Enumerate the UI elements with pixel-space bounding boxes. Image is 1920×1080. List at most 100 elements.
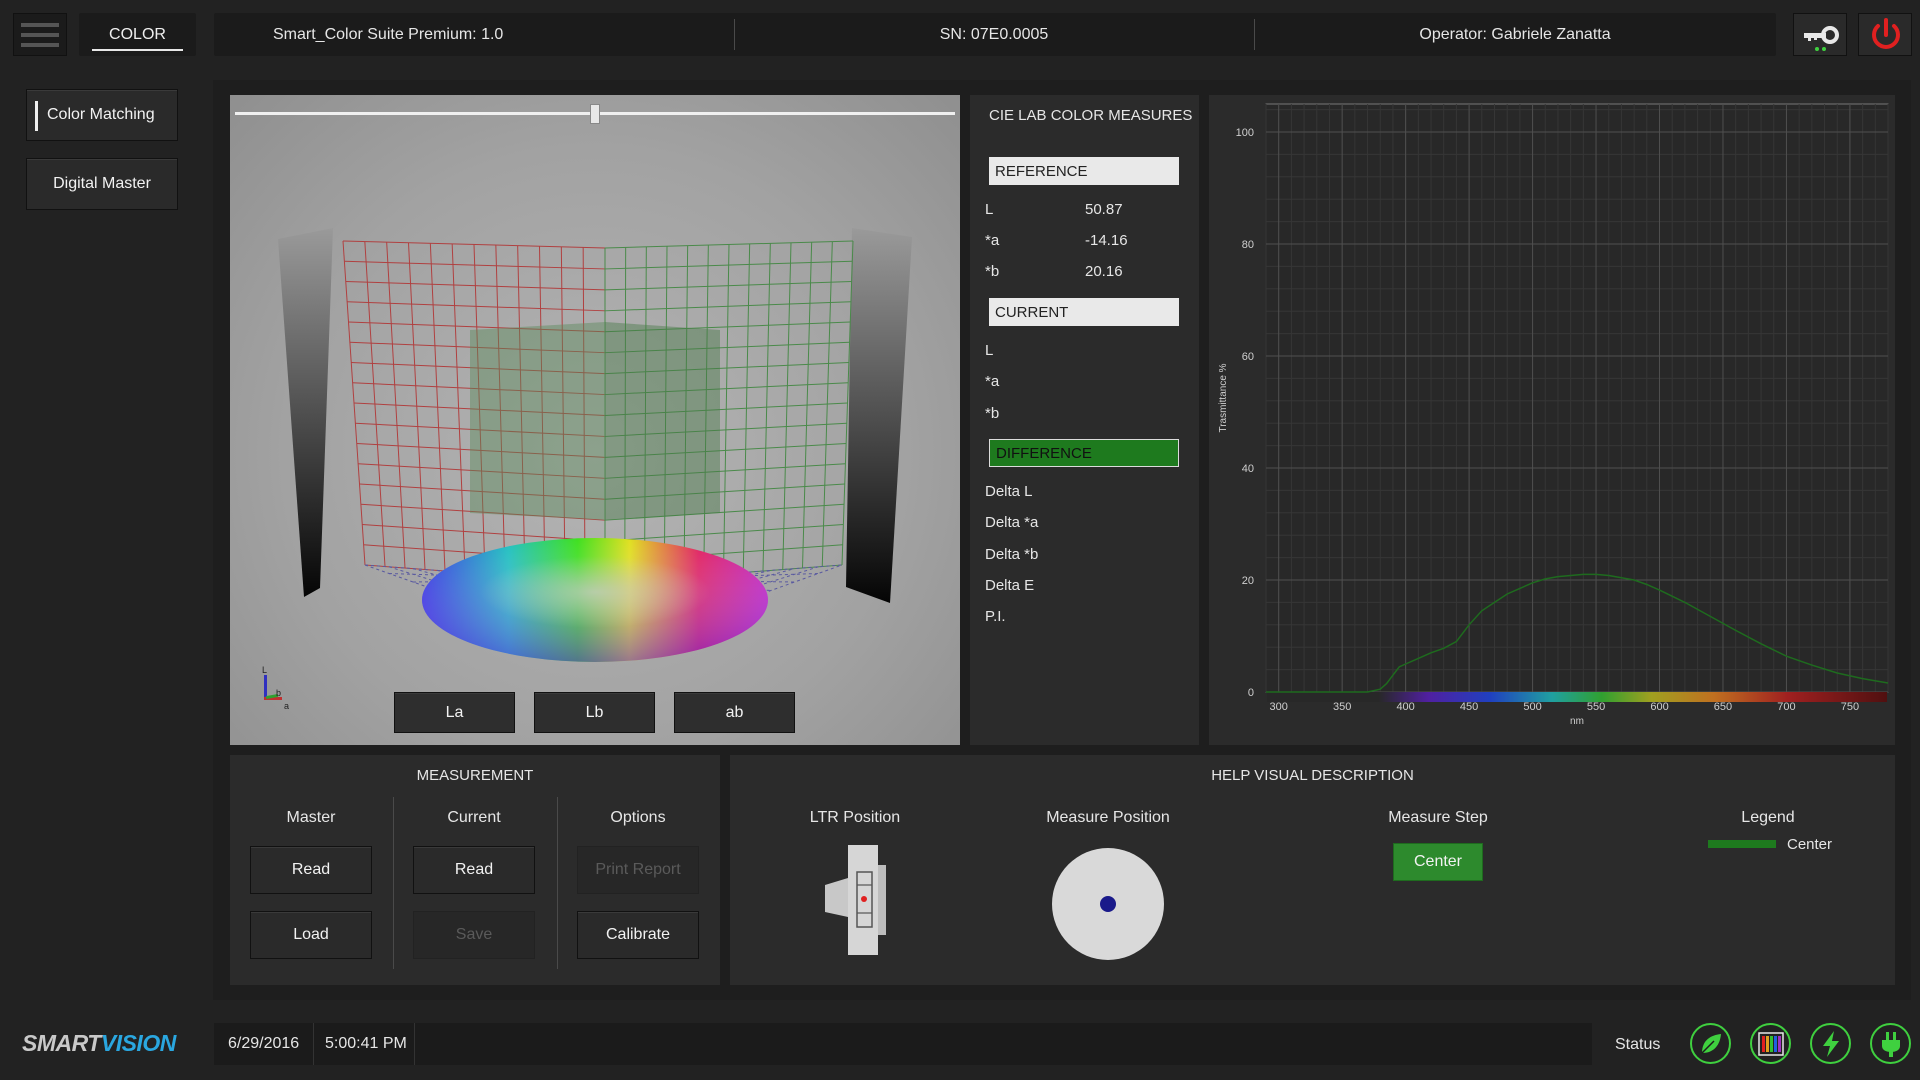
cie-lab-title: CIE LAB COLOR MEASURES	[989, 107, 1193, 124]
legend-item-label: Center	[1787, 836, 1833, 853]
measure-position-label: Measure Position	[1046, 809, 1170, 826]
tab-color[interactable]: COLOR	[79, 13, 196, 56]
delta-b-label: Delta *b	[985, 546, 1039, 563]
current-read-button[interactable]: Read	[413, 846, 535, 894]
current-a-name: *a	[985, 373, 1000, 390]
y-tick-label: 40	[1242, 463, 1254, 475]
delta-l-label: Delta L	[985, 483, 1033, 500]
suite-title: Smart_Color Suite Premium: 1.0	[273, 26, 504, 43]
y-tick-label: 60	[1242, 351, 1254, 363]
operator-name: Operator: Gabriele Zanatta	[1419, 26, 1611, 43]
plot-area	[1265, 103, 1889, 693]
button-label: Calibrate	[605, 926, 671, 943]
power-icon	[1872, 18, 1900, 49]
difference-header: DIFFERENCE	[989, 439, 1179, 467]
smartvision-logo: SMARTVISION	[22, 1030, 176, 1057]
visible-spectrum-band	[1267, 692, 1887, 702]
current-header: CURRENT	[989, 298, 1179, 326]
view-button-label: Lb	[585, 703, 604, 721]
color-bars-icon	[1757, 1031, 1784, 1056]
sidebar-item-digital-master[interactable]: Digital Master	[26, 158, 178, 210]
transmittance-chart: 300 350 400 450 500 550 600 650 700 750 0 20 40 60 80 1…	[1218, 103, 1889, 727]
print-report-button[interactable]: Print Report	[577, 846, 699, 894]
view-la-button[interactable]: La	[394, 692, 515, 733]
button-label: Read	[291, 861, 331, 878]
delta-a-label: Delta *a	[985, 514, 1039, 531]
measure-step-center-button[interactable]: Center	[1393, 843, 1483, 881]
y-tick-label: 20	[1242, 575, 1254, 587]
view-button-label: ab	[725, 703, 744, 721]
footer-time: 5:00:41 PM	[325, 1035, 407, 1052]
header-info-bar: Smart_Color Suite Premium: 1.0 SN: 07E0.…	[214, 13, 1776, 56]
calibrate-button[interactable]: Calibrate	[577, 911, 699, 959]
plug-icon	[1881, 1031, 1900, 1057]
x-tick-label: 700	[1777, 701, 1795, 713]
delta-e-label: Delta E	[985, 577, 1035, 594]
x-tick-label: 750	[1841, 701, 1859, 713]
button-label: Print Report	[595, 861, 681, 878]
measurement-title: MEASUREMENT	[416, 767, 534, 784]
options-header: Options	[610, 809, 666, 826]
measure-position-diagram	[1052, 848, 1164, 960]
reference-b-value: 20.16	[1085, 263, 1123, 280]
status-label: Status	[1615, 1036, 1661, 1053]
x-tick-label: 450	[1460, 701, 1478, 713]
logo-vision: VISION	[100, 1030, 176, 1056]
tolerance-box-right	[605, 322, 720, 520]
x-tick-label: 500	[1523, 701, 1541, 713]
x-tick-label: 400	[1396, 701, 1414, 713]
key-button[interactable]	[1793, 13, 1847, 56]
color-space-viewer[interactable]: L b a La Lb ab	[230, 95, 960, 745]
sidebar-item-label: Color Matching	[47, 106, 155, 123]
x-tick-label: 300	[1270, 701, 1288, 713]
tolerance-box-left	[470, 322, 605, 520]
sidebar-item-label: Digital Master	[53, 175, 151, 192]
button-label: Save	[455, 926, 493, 943]
status-power-button[interactable]	[1810, 1023, 1851, 1064]
menu-button[interactable]	[13, 13, 67, 56]
current-b-name: *b	[985, 405, 1000, 422]
help-panel	[730, 755, 1895, 985]
master-load-button[interactable]: Load	[250, 911, 372, 959]
reference-a-value: -14.16	[1085, 232, 1128, 249]
pi-label: P.I.	[985, 608, 1006, 625]
master-read-button[interactable]: Read	[250, 846, 372, 894]
lab-3d-plot	[278, 228, 912, 662]
tab-active-underline	[92, 49, 183, 51]
x-tick-label: 350	[1333, 701, 1351, 713]
view-ab-button[interactable]: ab	[674, 692, 795, 733]
current-save-button[interactable]: Save	[413, 911, 535, 959]
reference-l-name: L	[985, 201, 994, 218]
current-l-name: L	[985, 342, 994, 359]
current-column-header: Current	[447, 809, 501, 826]
column-divider	[393, 797, 394, 969]
view-lb-button[interactable]: Lb	[534, 692, 655, 733]
ltr-position-label: LTR Position	[809, 809, 901, 826]
tab-color-label: COLOR	[109, 25, 166, 43]
status-color-button[interactable]	[1750, 1023, 1791, 1064]
help-title: HELP VISUAL DESCRIPTION	[1211, 767, 1414, 784]
key-icon	[1804, 26, 1839, 51]
x-axis-label: nm	[1570, 716, 1584, 727]
leaf-icon	[1700, 1033, 1721, 1054]
footer-divider	[313, 1023, 314, 1065]
active-indicator	[35, 101, 38, 131]
ltr-position-diagram	[825, 845, 886, 955]
status-leaf-button[interactable]	[1690, 1023, 1731, 1064]
footer-date: 6/29/2016	[228, 1035, 300, 1052]
power-button[interactable]	[1858, 13, 1912, 56]
footer-status-bar	[214, 1023, 1592, 1065]
master-header: Master	[286, 809, 336, 826]
hamburger-icon	[21, 22, 59, 47]
view-button-label: La	[445, 703, 464, 721]
reference-header: REFERENCE	[989, 157, 1179, 185]
x-tick-label: 650	[1714, 701, 1732, 713]
logo-smart: SMART	[22, 1030, 101, 1056]
transmittance-chart-panel: 300 350 400 450 500 550 600 650 700 750 0 20 40 60 80 1…	[1209, 95, 1895, 745]
footer-divider	[414, 1023, 415, 1065]
status-plug-button[interactable]	[1870, 1023, 1911, 1064]
legend-swatch	[1708, 840, 1776, 848]
sidebar-item-color-matching[interactable]: Color Matching	[26, 89, 178, 141]
reference-b-name: *b	[985, 263, 1000, 280]
l-axis-bar-right	[846, 228, 912, 603]
